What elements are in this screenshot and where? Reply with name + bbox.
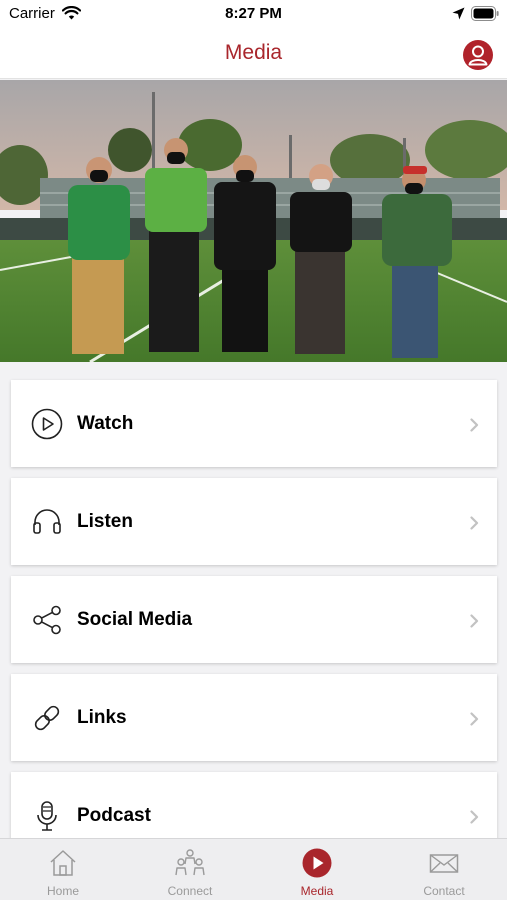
headphones-icon (33, 509, 61, 534)
tab-connect[interactable]: Connect (127, 839, 253, 900)
status-time: 8:27 PM (225, 5, 282, 22)
play-icon (31, 408, 63, 440)
people-icon (175, 849, 205, 876)
tab-media[interactable]: Media (254, 839, 380, 900)
tab-label: Connect (167, 884, 213, 898)
tab-home[interactable]: Home (0, 839, 126, 900)
location-arrow-icon (452, 7, 465, 20)
chevron-right-icon (470, 418, 479, 432)
menu-item-label: Watch (77, 413, 134, 434)
link-icon (34, 705, 60, 731)
microphone-icon (37, 801, 57, 831)
battery-icon (471, 6, 499, 21)
tab-contact[interactable]: Contact (381, 839, 507, 900)
nav-bar: Media (0, 30, 507, 79)
profile-button[interactable] (463, 40, 493, 70)
tab-bar: Home Connect Media Contact (0, 838, 507, 900)
menu-item-listen[interactable]: Listen (11, 478, 497, 565)
person-icon (468, 45, 488, 66)
chevron-right-icon (470, 516, 479, 530)
menu-item-social-media[interactable]: Social Media (11, 576, 497, 663)
page-title: Media (224, 41, 283, 64)
menu-item-label: Links (77, 707, 127, 728)
menu-item-label: Listen (77, 511, 133, 532)
menu-item-label: Social Media (77, 609, 193, 630)
home-icon (50, 850, 76, 876)
chevron-right-icon (470, 810, 479, 824)
chevron-right-icon (470, 614, 479, 628)
hero-photo (0, 80, 507, 362)
chevron-right-icon (470, 712, 479, 726)
tab-label: Contact (423, 884, 465, 898)
menu-item-links[interactable]: Links (11, 674, 497, 761)
status-bar: Carrier 8:27 PM (0, 0, 507, 30)
share-icon (33, 605, 61, 635)
tab-label: Media (300, 884, 334, 898)
tab-label: Home (46, 884, 79, 898)
envelope-icon (429, 854, 459, 873)
menu-item-watch[interactable]: Watch (11, 380, 497, 467)
menu-item-label: Podcast (77, 805, 151, 826)
play-circle-icon (302, 848, 332, 878)
